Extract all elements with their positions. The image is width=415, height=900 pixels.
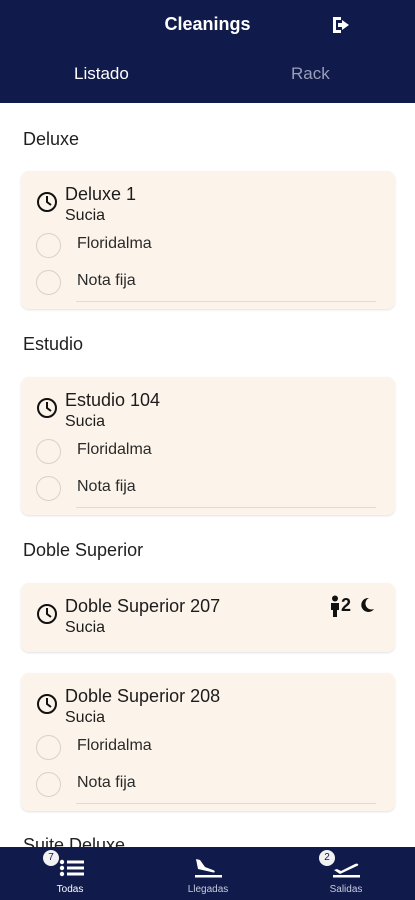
room-status: Sucia [65, 413, 106, 430]
count-badge: 7 [43, 850, 59, 866]
clock-icon [37, 398, 57, 418]
divider [76, 803, 376, 804]
option-label: Nota fija [77, 774, 136, 791]
guest-count: 2 [341, 595, 352, 615]
room-status: Sucia [65, 709, 106, 726]
section-title-doble-superior: Doble Superior [23, 540, 144, 560]
divider [76, 301, 376, 302]
room-name: Doble Superior 208 [65, 686, 221, 706]
room-card-estudio-104[interactable]: Estudio 104 Sucia Floridalma Nota fija [21, 377, 395, 515]
clock-icon [37, 192, 57, 212]
cleanings-list: Deluxe Deluxe 1 Sucia Floridalma Nota fi… [0, 103, 415, 847]
room-card-doble-superior-208[interactable]: Doble Superior 208 Sucia Floridalma Nota… [21, 673, 395, 811]
room-card-deluxe-1[interactable]: Deluxe 1 Sucia Floridalma Nota fija [21, 171, 395, 309]
room-status: Sucia [65, 619, 106, 636]
option-label: Nota fija [77, 272, 136, 289]
option-nota-fija[interactable]: Nota fija [36, 474, 376, 502]
tab-bar: Listado Rack [0, 64, 415, 94]
option-label: Floridalma [77, 737, 152, 754]
section-title-deluxe: Deluxe [23, 129, 80, 149]
option-nota-fija[interactable]: Nota fija [36, 268, 376, 296]
nav-item-salidas[interactable]: 2 Salidas [306, 847, 386, 900]
radio-button[interactable] [36, 476, 61, 501]
option-label: Floridalma [77, 441, 152, 458]
app-header: Cleanings Listado Rack [0, 0, 415, 103]
option-label: Floridalma [77, 235, 152, 252]
room-name: Estudio 104 [65, 390, 161, 410]
nav-item-llegadas[interactable]: Llegadas [168, 847, 248, 900]
nav-label: Todas [56, 884, 84, 895]
radio-button[interactable] [36, 735, 61, 760]
divider [76, 507, 376, 508]
plane-landing-icon [195, 859, 222, 878]
person-icon [331, 595, 339, 617]
clock-icon [37, 694, 57, 714]
tab-listado[interactable]: Listado [74, 64, 129, 84]
logout-icon[interactable] [330, 14, 354, 36]
option-nota-fija[interactable]: Nota fija [36, 770, 376, 798]
room-card-doble-superior-207[interactable]: Doble Superior 207 Sucia 2 [21, 583, 395, 652]
option-floridalma[interactable]: Floridalma [36, 231, 376, 259]
nav-label: Salidas [329, 884, 363, 895]
section-title-estudio: Estudio [23, 334, 84, 354]
room-name: Doble Superior 207 [65, 596, 221, 616]
section-title-suite-deluxe: Suite Deluxe [23, 835, 126, 847]
clock-icon [37, 604, 57, 624]
nav-item-todas[interactable]: 7 Todas [30, 847, 110, 900]
option-floridalma[interactable]: Floridalma [36, 437, 376, 465]
radio-button[interactable] [36, 233, 61, 258]
radio-button[interactable] [36, 270, 61, 295]
moon-icon [361, 597, 374, 612]
radio-button[interactable] [36, 439, 61, 464]
tab-rack[interactable]: Rack [291, 64, 330, 84]
radio-button[interactable] [36, 772, 61, 797]
option-label: Nota fija [77, 478, 136, 495]
room-name: Deluxe 1 [65, 184, 137, 204]
room-status: Sucia [65, 207, 106, 224]
nav-label: Llegadas [187, 884, 229, 895]
count-badge: 2 [319, 850, 335, 866]
bottom-navigation: 7 Todas Llegadas 2 Salidas [0, 847, 415, 900]
option-floridalma[interactable]: Floridalma [36, 733, 376, 761]
occupancy-indicators: 2 [329, 595, 379, 617]
